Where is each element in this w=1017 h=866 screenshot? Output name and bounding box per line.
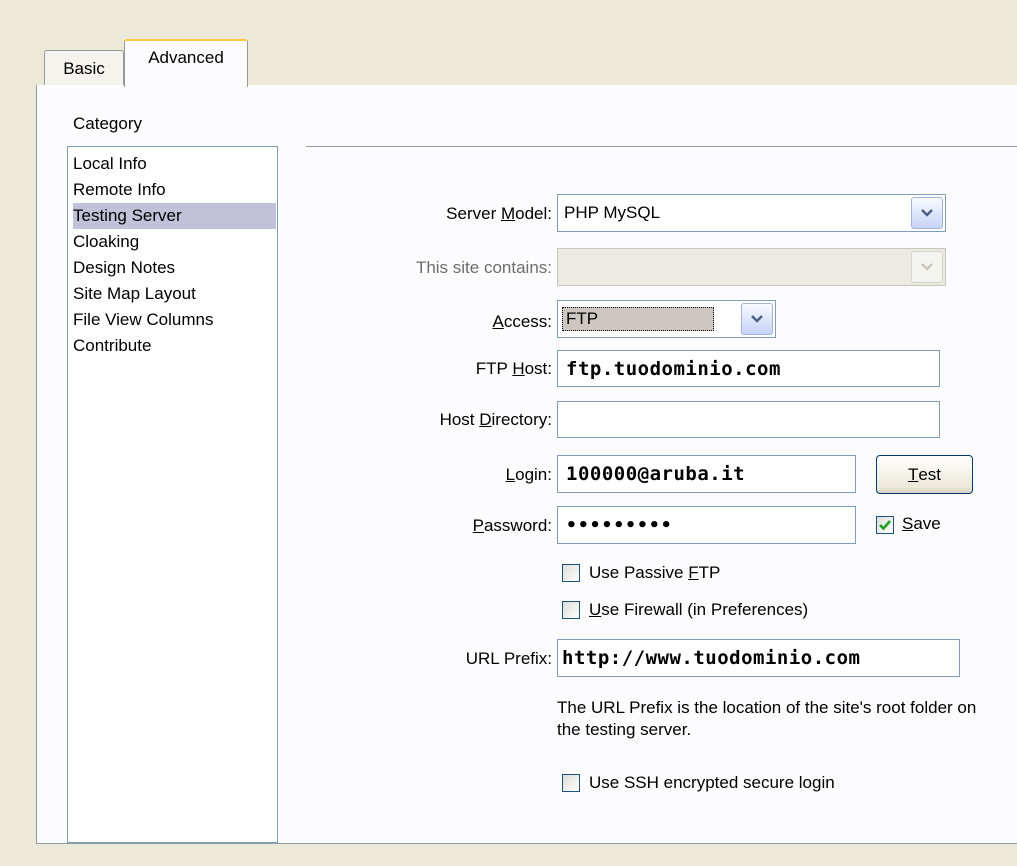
test-button[interactable]: Test: [876, 455, 973, 494]
access-value: FTP: [562, 307, 714, 331]
login-input[interactable]: 100000@aruba.it: [557, 455, 856, 493]
chevron-down-icon[interactable]: [911, 197, 943, 229]
server-model-select[interactable]: PHP MySQL: [557, 194, 946, 232]
password-input[interactable]: •••••••••: [557, 506, 856, 544]
ssh-checkbox[interactable]: [562, 774, 580, 792]
chevron-down-icon: [911, 251, 943, 283]
access-select[interactable]: FTP: [557, 300, 776, 338]
password-label: Password:: [472, 516, 552, 535]
ftp-host-label: FTP Host:: [475, 359, 552, 378]
host-directory-input[interactable]: [557, 401, 940, 438]
server-model-label: Server Model:: [446, 204, 552, 223]
firewall-label[interactable]: Use Firewall (in Preferences): [589, 600, 808, 620]
url-prefix-note: The URL Prefix is the location of the si…: [557, 698, 977, 739]
site-contains-select: [557, 248, 946, 286]
category-item-cloaking[interactable]: Cloaking: [73, 229, 276, 255]
category-item-design-notes[interactable]: Design Notes: [73, 255, 276, 281]
chevron-down-icon[interactable]: [741, 303, 773, 335]
passive-ftp-label[interactable]: Use Passive FTP: [589, 563, 720, 583]
tab-basic[interactable]: Basic: [44, 50, 124, 86]
checkmark-icon: [879, 520, 891, 531]
tab-advanced[interactable]: Advanced: [124, 39, 248, 87]
save-checkbox[interactable]: [876, 516, 894, 534]
tab-advanced-label: Advanced: [148, 48, 224, 67]
category-item-remote-info[interactable]: Remote Info: [73, 177, 276, 203]
passive-ftp-checkbox[interactable]: [562, 564, 580, 582]
bottom-strip: [36, 843, 1017, 866]
category-item-testing-server[interactable]: Testing Server: [73, 203, 276, 229]
url-prefix-input[interactable]: http://www.tuodominio.com: [557, 639, 960, 677]
category-list[interactable]: Local Info Remote Info Testing Server Cl…: [67, 146, 278, 843]
category-label: Category: [73, 114, 142, 133]
site-contains-label: This site contains:: [415, 258, 552, 277]
server-model-value: PHP MySQL: [564, 203, 661, 222]
section-separator: [306, 146, 1017, 147]
category-item-local-info[interactable]: Local Info: [73, 151, 276, 177]
save-label[interactable]: Save: [902, 514, 941, 534]
ftp-host-input[interactable]: ftp.tuodominio.com: [557, 350, 940, 387]
login-label: Login:: [505, 465, 552, 484]
ssh-label[interactable]: Use SSH encrypted secure login: [589, 773, 835, 793]
access-label: Access:: [492, 312, 552, 331]
firewall-checkbox[interactable]: [562, 601, 580, 619]
host-directory-label: Host Directory:: [439, 410, 552, 429]
access-value-wrap: FTP: [558, 307, 741, 331]
url-prefix-label: URL Prefix:: [465, 649, 552, 668]
category-item-contribute[interactable]: Contribute: [73, 333, 276, 359]
category-item-site-map-layout[interactable]: Site Map Layout: [73, 281, 276, 307]
category-item-file-view-columns[interactable]: File View Columns: [73, 307, 276, 333]
tab-basic-label: Basic: [63, 58, 105, 78]
